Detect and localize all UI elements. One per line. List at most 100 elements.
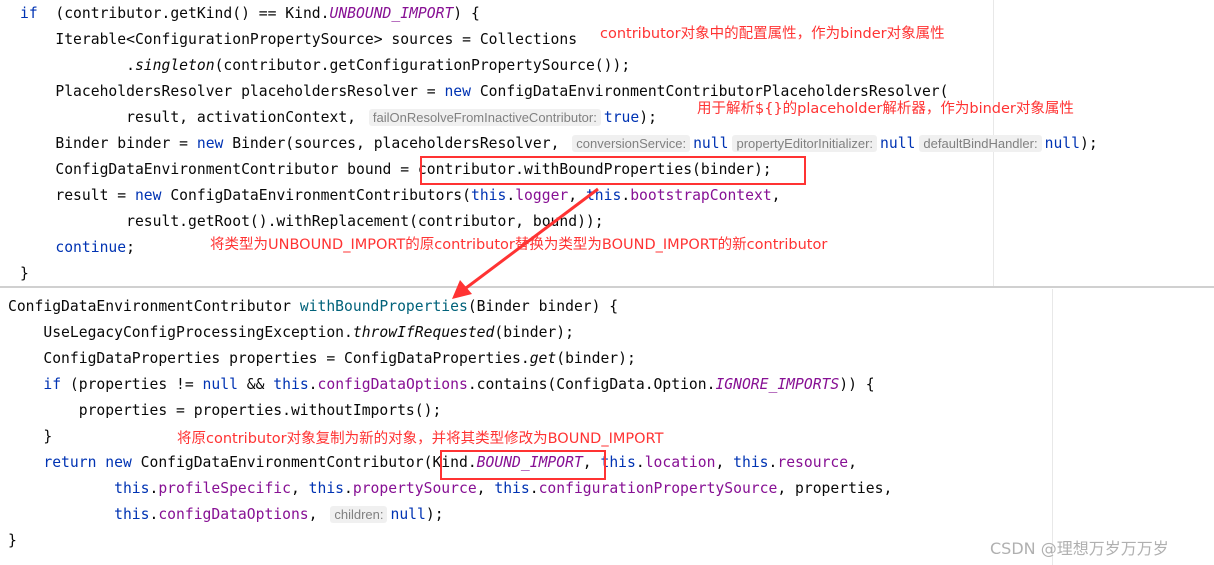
code-line: } — [20, 261, 1098, 287]
code-token: this — [8, 506, 150, 523]
annotation-note: 将类型为UNBOUND_IMPORT的原contributor替换为类型为BOU… — [210, 237, 828, 253]
code-token: . — [149, 506, 159, 523]
code-token: this — [733, 454, 769, 471]
code-token: , — [290, 480, 309, 497]
right-margin-guide — [1052, 289, 1053, 565]
code-token: resource — [777, 454, 849, 471]
code-token: ConfigDataEnvironmentContributor — [8, 298, 300, 315]
parameter-hint: children: — [330, 506, 388, 523]
code-token: Binder binder = — [20, 135, 197, 152]
code-token: result = — [20, 187, 135, 204]
code-token: , — [476, 480, 495, 497]
code-token: . — [635, 454, 645, 471]
code-token: ConfigDataEnvironmentContributor(Kind. — [131, 454, 477, 471]
code-token: this — [8, 480, 150, 497]
code-token: configDataOptions — [158, 506, 309, 523]
code-token: ); — [1079, 135, 1098, 152]
code-token: , — [715, 454, 734, 471]
code-token: (contributor.getConfigurationPropertySou… — [214, 57, 631, 74]
code-token: ConfigDataProperties properties = Config… — [8, 350, 530, 367]
code-token: profileSpecific — [158, 480, 291, 497]
code-token: result.getRoot().withReplacement(contrib… — [20, 213, 604, 230]
annotation-note: 将原contributor对象复制为新的对象，并将其类型修改为BOUND_IMP… — [177, 431, 664, 447]
code-token: . — [621, 187, 631, 204]
code-token: UNBOUND_IMPORT — [329, 5, 454, 22]
code-token: (Binder binder) { — [467, 298, 619, 315]
code-token: )) { — [839, 376, 875, 393]
code-token: new — [444, 83, 471, 100]
code-token: .contains(ConfigData.Option. — [467, 376, 716, 393]
annotation-note: 用于解析${}的placeholder解析器，作为binder对象属性 — [697, 101, 1074, 117]
code-token: . — [149, 480, 159, 497]
code-line: if (properties != null && this.configDat… — [8, 372, 892, 398]
code-token: result, activationContext, — [20, 109, 365, 126]
code-token: this — [273, 376, 309, 393]
code-line: ConfigDataEnvironmentContributor withBou… — [8, 294, 892, 320]
code-token: } — [8, 428, 53, 445]
code-token: configurationPropertySource — [538, 480, 778, 497]
code-token: null — [202, 376, 238, 393]
code-token: . — [308, 376, 318, 393]
code-token: if — [8, 376, 62, 393]
highlight-box-bound-import — [440, 450, 606, 480]
code-token: singleton — [134, 57, 215, 74]
code-token: IGNORE_IMPORTS — [715, 376, 840, 393]
code-line: result.getRoot().withReplacement(contrib… — [20, 209, 1098, 235]
code-token: , — [568, 187, 586, 204]
watermark: CSDN @理想万岁万万岁 — [990, 539, 1169, 558]
parameter-hint: failOnResolveFromInactiveContributor: — [368, 109, 601, 126]
code-token: . — [506, 187, 516, 204]
code-line: UseLegacyConfigProcessingException.throw… — [8, 320, 892, 346]
code-token: configDataOptions — [317, 376, 468, 393]
code-token: , — [771, 187, 781, 204]
code-token: location — [644, 454, 716, 471]
code-token: this — [585, 187, 622, 204]
code-token: (binder); — [494, 324, 574, 341]
code-token: this — [494, 480, 530, 497]
code-token: ; — [126, 239, 135, 256]
code-token: (binder); — [556, 350, 636, 367]
code-token: properties = properties.withoutImports()… — [8, 402, 442, 419]
code-token: . — [20, 57, 135, 74]
parameter-hint: defaultBindHandler: — [919, 135, 1042, 152]
code-token: ) { — [453, 5, 480, 22]
code-token: this — [308, 480, 345, 497]
code-line: result = new ConfigDataEnvironmentContri… — [20, 183, 1098, 209]
code-line: ConfigDataProperties properties = Config… — [8, 346, 892, 372]
code-token: Iterable<ConfigurationPropertySource> so… — [20, 31, 578, 48]
code-token: Binder(sources, placeholdersResolver, — [223, 135, 569, 152]
highlight-box-withBoundProperties-call — [420, 156, 806, 185]
code-token: new — [196, 135, 224, 152]
code-token: PlaceholdersResolver placeholdersResolve… — [20, 83, 445, 100]
code-line: Binder binder = new Binder(sources, plac… — [20, 131, 1098, 157]
code-line: } — [8, 528, 892, 554]
code-token: bootstrapContext — [630, 187, 772, 204]
code-token: null — [390, 506, 426, 523]
parameter-hint: conversionService: — [572, 135, 691, 152]
code-token: null — [1044, 135, 1080, 152]
parameter-hint: propertyEditorInitializer: — [732, 135, 878, 152]
code-token: UseLegacyConfigProcessingException. — [8, 324, 353, 341]
code-token: propertySource — [352, 480, 477, 497]
code-token: } — [8, 532, 17, 549]
code-token: && — [237, 376, 274, 393]
code-line: .singleton(contributor.getConfigurationP… — [20, 53, 1098, 79]
code-token: ); — [639, 109, 657, 126]
code-token: , properties, — [777, 480, 893, 497]
code-token: true — [603, 109, 640, 126]
code-token: null — [693, 135, 729, 152]
code-token: return new — [8, 454, 132, 471]
annotation-note: contributor对象中的配置属性，作为binder对象属性 — [600, 26, 945, 42]
code-token: . — [529, 480, 539, 497]
code-line: properties = properties.withoutImports()… — [8, 398, 892, 424]
code-token: . — [344, 480, 353, 497]
code-token: withBoundProperties — [299, 298, 468, 315]
code-token: get — [529, 350, 557, 367]
code-token: throwIfRequested — [352, 324, 495, 341]
code-token: , — [308, 506, 327, 523]
code-token: if — [20, 5, 38, 22]
code-token: (contributor.getKind() == Kind. — [37, 5, 330, 22]
code-token: ConfigDataEnvironmentContributors( — [161, 187, 471, 204]
code-token: logger — [515, 187, 569, 204]
code-token: (properties != — [61, 376, 203, 393]
